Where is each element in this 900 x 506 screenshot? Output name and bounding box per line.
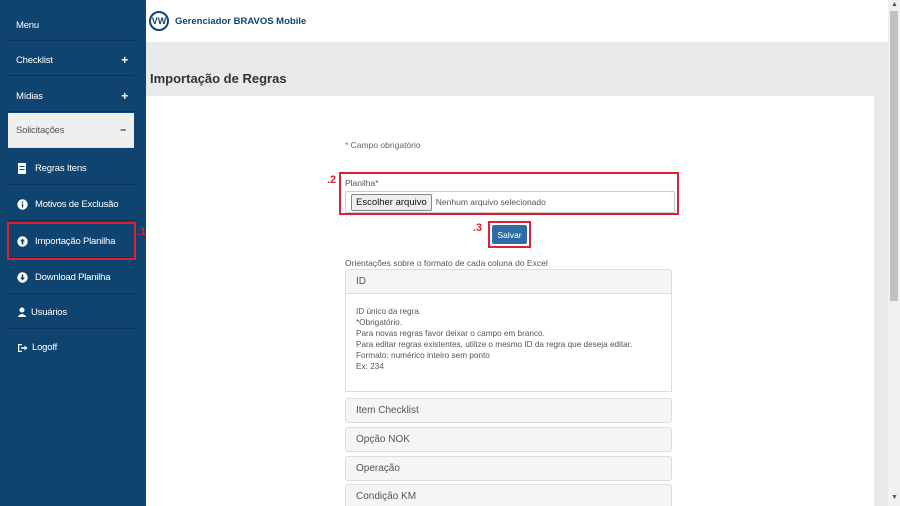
accordion-title: ID bbox=[356, 276, 366, 287]
marker-1: .1 bbox=[137, 226, 147, 238]
sidebar-item-regras-itens[interactable]: Regras Itens bbox=[8, 152, 134, 185]
page-scrollbar[interactable]: ▲ ▼ bbox=[888, 0, 900, 506]
top-header: VW Gerenciador BRAVOS Mobile bbox=[146, 0, 888, 42]
accordion-id-header[interactable]: ID bbox=[345, 269, 672, 294]
file-field-label: Planilha* bbox=[345, 178, 379, 188]
accordion-line: Formato: numérico inteiro sem ponto bbox=[356, 351, 490, 360]
sidebar-item-label: Mídias bbox=[16, 90, 43, 102]
plus-icon: + bbox=[121, 89, 128, 103]
user-icon bbox=[16, 306, 28, 318]
plus-icon: + bbox=[121, 53, 128, 67]
accordion-title: Operação bbox=[356, 463, 400, 474]
scrollbar-thumb[interactable] bbox=[890, 11, 898, 301]
accordion-id-body: ID único da regra. *Obrigatório. Para no… bbox=[345, 294, 672, 392]
sidebar-item-checklist[interactable]: Checklist + bbox=[8, 45, 134, 76]
accordion-item-checklist[interactable]: Item Checklist bbox=[345, 398, 672, 423]
minus-icon: – bbox=[120, 124, 126, 136]
accordion-line: *Obrigatório. bbox=[356, 318, 402, 327]
app-title: Gerenciador BRAVOS Mobile bbox=[175, 15, 307, 27]
sidebar-item-logoff[interactable]: Logoff bbox=[8, 331, 134, 364]
save-button[interactable]: Salvar bbox=[492, 225, 527, 244]
sidebar-item-solicitacoes[interactable]: Solicitações – bbox=[8, 113, 134, 148]
sidebar-item-usuarios[interactable]: Usuários bbox=[8, 296, 134, 329]
sidebar-menu-header: Menu bbox=[8, 10, 134, 41]
sidebar-item-label: Usuários bbox=[31, 306, 67, 318]
accordion-condicao-km[interactable]: Condição KM bbox=[345, 484, 672, 506]
file-status: Nenhum arquivo selecionado bbox=[435, 197, 546, 207]
page-title: Importação de Regras bbox=[150, 71, 287, 86]
download-icon bbox=[16, 271, 28, 283]
scroll-up-icon[interactable]: ▲ bbox=[891, 1, 898, 8]
sidebar-item-label: Solicitações bbox=[16, 124, 65, 136]
accordion-title: Condição KM bbox=[356, 491, 417, 502]
sidebar-item-label: Regras Itens bbox=[35, 162, 87, 174]
accordion-opcao-nok[interactable]: Opção NOK bbox=[345, 427, 672, 452]
sidebar-item-midias[interactable]: Mídias + bbox=[8, 81, 134, 112]
sidebar-item-label: Logoff bbox=[32, 342, 58, 353]
document-icon bbox=[16, 162, 28, 174]
sidebar-item-motivos-exclusao[interactable]: Motivos de Exclusão bbox=[8, 188, 134, 221]
highlight-importacao-planilha bbox=[7, 222, 136, 260]
scroll-down-icon[interactable]: ▼ bbox=[891, 494, 898, 501]
required-note: * Campo obrigatório bbox=[345, 140, 421, 150]
accordion-title: Opção NOK bbox=[356, 434, 410, 445]
marker-2: .2 bbox=[327, 174, 337, 186]
sidebar-item-label: Motivos de Exclusão bbox=[35, 198, 119, 210]
sidebar-item-label: Checklist bbox=[16, 54, 53, 66]
file-input[interactable]: Escolher arquivo Nenhum arquivo selecion… bbox=[345, 191, 675, 213]
marker-3: .3 bbox=[473, 222, 483, 234]
sidebar-item-label: Download Planilha bbox=[35, 271, 111, 283]
vw-logo: VW bbox=[149, 11, 169, 31]
accordion-line: Para editar regras existentes, utilize o… bbox=[356, 340, 633, 349]
orientation-title: Orientações sobre o formato de cada colu… bbox=[345, 258, 548, 268]
accordion-line: ID único da regra. bbox=[356, 307, 422, 316]
accordion-line: Ex: 234 bbox=[356, 362, 384, 371]
info-icon bbox=[16, 198, 28, 210]
choose-file-button[interactable]: Escolher arquivo bbox=[351, 193, 432, 211]
accordion-line: Para novas regras favor deixar o campo e… bbox=[356, 329, 545, 338]
logout-icon bbox=[16, 342, 28, 354]
accordion-title: Item Checklist bbox=[356, 405, 419, 416]
sidebar-item-download-planilha[interactable]: Download Planilha bbox=[8, 261, 134, 294]
sidebar-menu-label: Menu bbox=[16, 19, 39, 31]
accordion-operacao[interactable]: Operação bbox=[345, 456, 672, 481]
required-note-text: Campo obrigatório bbox=[350, 140, 421, 150]
